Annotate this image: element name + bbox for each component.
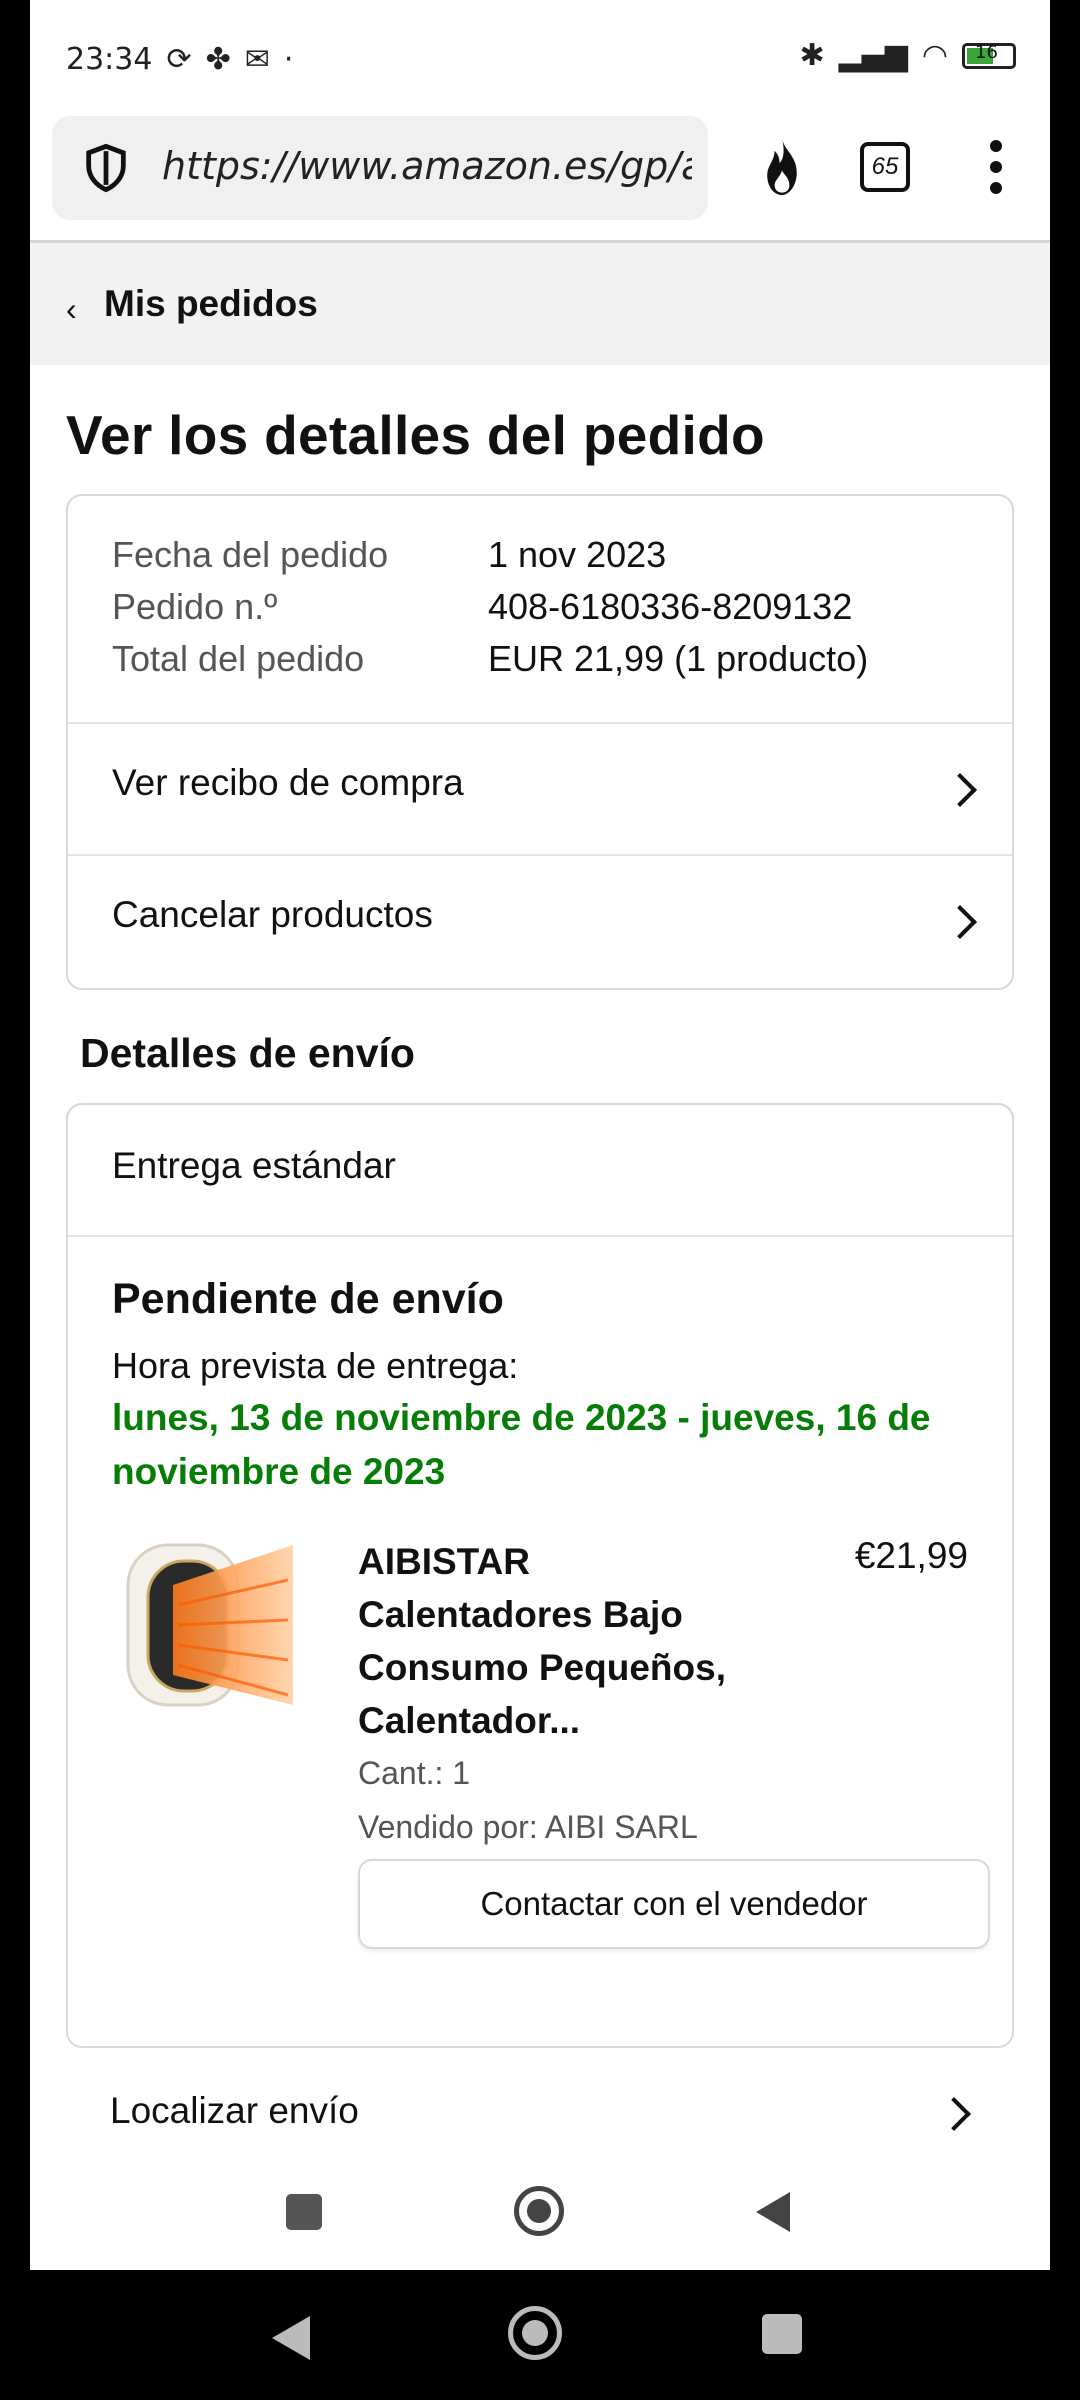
eta-label: Hora prevista de entrega: <box>112 1345 519 1386</box>
product-image[interactable] <box>118 1525 298 1715</box>
back-button[interactable] <box>272 2316 310 2360</box>
product-title[interactable]: AIBISTAR Calentadores Bajo Consumo Peque… <box>358 1535 758 1747</box>
recents-button[interactable] <box>762 2314 802 2354</box>
order-date-label: Fecha del pedido <box>112 534 389 575</box>
breadcrumb[interactable]: ‹ Mis pedidos <box>30 243 1050 365</box>
chevron-right-icon <box>943 905 977 939</box>
signal-icon: ▂▄▆ <box>838 38 908 73</box>
chevron-left-icon: ‹ <box>66 291 77 327</box>
browser-toolbar: https://www.amazon.es/gp/aw/y... 65 <box>30 112 1050 242</box>
view-receipt-row[interactable]: Ver recibo de compra <box>68 724 1012 854</box>
view-receipt-link[interactable]: Ver recibo de compra <box>112 762 464 804</box>
address-bar[interactable]: https://www.amazon.es/gp/aw/y... <box>52 116 708 220</box>
battery-level: 16 <box>975 41 998 63</box>
menu-kebab-icon[interactable] <box>988 140 1004 198</box>
shipment-status: Pendiente de envío <box>112 1275 504 1323</box>
product-seller: Vendido por: AIBI SARL <box>358 1809 698 1845</box>
shield-icon[interactable] <box>80 142 132 194</box>
order-summary-card: Fecha del pedido 1 nov 2023 Pedido n.º 4… <box>66 494 1014 990</box>
page-title: Ver los detalles del pedido <box>66 404 765 466</box>
cancel-products-row[interactable]: Cancelar productos <box>68 856 1012 988</box>
order-total-label: Total del pedido <box>112 638 365 679</box>
breadcrumb-label[interactable]: Mis pedidos <box>104 283 318 325</box>
url-text[interactable]: https://www.amazon.es/gp/aw/y... <box>162 144 692 188</box>
tab-switcher-button[interactable]: 65 <box>860 142 910 192</box>
wifi-icon: ◠ <box>921 38 948 73</box>
product-price: €21,99 <box>854 1535 968 1576</box>
order-number-label: Pedido n.º <box>112 586 278 627</box>
contact-seller-button[interactable]: Contactar con el vendedor <box>358 1859 990 1949</box>
shipping-type: Entrega estándar <box>112 1145 396 1186</box>
status-time: 23:34 <box>66 42 153 77</box>
product-quantity: Cant.: 1 <box>358 1755 471 1791</box>
browser-screen: 23:34 ⟳ ✤ ✉ · ✱ ▂▄▆ ◠ 16 https://www.ama… <box>30 0 1050 2270</box>
shipment-card: Entrega estándar Pendiente de envío Hora… <box>66 1103 1014 2048</box>
card-divider <box>68 1235 1012 1237</box>
cancel-products-link[interactable]: Cancelar productos <box>112 894 433 936</box>
back-button[interactable] <box>756 2192 790 2232</box>
browser-bottom-nav <box>30 2170 1050 2270</box>
track-shipment-row[interactable]: Localizar envío <box>66 2050 1014 2170</box>
order-date-value: 1 nov 2023 <box>488 534 667 575</box>
dot-icon: · <box>283 42 294 77</box>
shipping-section-title: Detalles de envío <box>80 1030 415 1076</box>
order-number-value: 408-6180336-8209132 <box>488 586 853 627</box>
sync-icon: ⟳ <box>166 42 192 77</box>
track-shipment-link[interactable]: Localizar envío <box>110 2090 359 2132</box>
home-button[interactable] <box>514 2186 564 2236</box>
chevron-right-icon <box>937 2097 971 2131</box>
chevron-right-icon <box>943 773 977 807</box>
order-total-value: EUR 21,99 (1 producto) <box>488 638 869 679</box>
bluetooth-icon: ✱ <box>799 38 825 73</box>
home-button[interactable] <box>508 2306 562 2360</box>
flame-icon[interactable] <box>752 136 812 200</box>
battery-icon: 16 <box>962 41 1016 69</box>
mail-icon: ✉ <box>244 42 270 77</box>
status-bar: 23:34 ⟳ ✤ ✉ · ✱ ▂▄▆ ◠ 16 <box>30 0 1050 112</box>
eta-date: lunes, 13 de noviembre de 2023 - jueves,… <box>112 1397 931 1492</box>
fan-icon: ✤ <box>205 42 231 77</box>
recents-button[interactable] <box>286 2194 322 2230</box>
system-nav-bar <box>0 2270 1080 2400</box>
